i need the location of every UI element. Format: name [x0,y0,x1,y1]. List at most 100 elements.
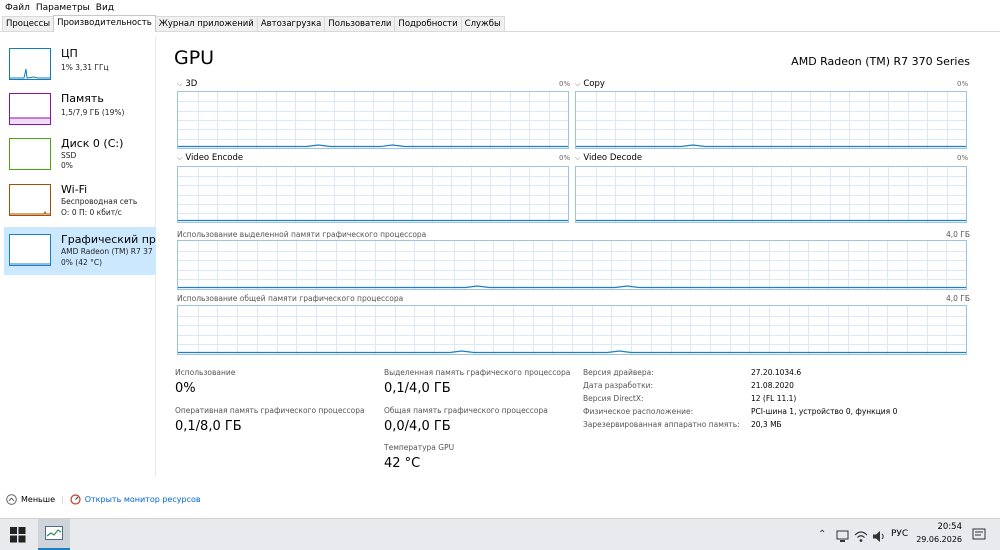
driver-version-value: 27.20.1034.6 [751,368,802,377]
engine-video-encode-graph [177,166,569,223]
engine-video-encode-pct: 0% [559,154,571,162]
sidebar-title: ЦП [61,47,78,60]
menu-view[interactable]: Вид [95,3,119,13]
engine-copy-pct: 0% [957,80,969,88]
engine-copy-graph [575,91,967,149]
graph-canvas [178,92,568,148]
shared-memory-label: Общая память графического процессора [384,406,548,415]
sidebar-detail: SSD [61,151,77,160]
chevron-down-icon: ⌵ [177,153,183,162]
dedicated-memory-graph-label: Использование выделенной памяти графичес… [177,230,427,239]
engine-3d-graph [177,91,569,149]
chevron-down-icon: ⌵ [177,79,183,88]
tray-volume[interactable] [872,528,886,547]
sidebar-title: Память [61,92,104,105]
sidebar-detail: Беспроводная сеть [61,197,138,206]
reserved-memory-key: Зарезервированная аппаратно память: [583,420,740,429]
sidebar-title: Диск 0 (C:) [61,137,124,150]
graph-canvas [178,306,966,354]
tab-processes[interactable]: Процессы [2,16,55,31]
taskbar-task-manager-app[interactable] [38,519,70,550]
physical-location-value: PCI-шина 1, устройство 0, функция 0 [751,407,898,416]
volume-icon [873,531,884,542]
wifi-icon [854,531,868,542]
driver-version-key: Версия драйвера: [583,368,654,377]
sidebar-title: Графический проц [61,233,156,246]
engine-video-decode-pct: 0% [957,154,969,162]
tab-bar: Процессы Производительность Журнал прило… [0,15,1000,32]
chevron-down-icon: ⌵ [575,153,581,162]
shared-memory-graph [177,305,967,355]
sidebar-item-cpu[interactable]: ЦП 1% 3,31 ГГц [4,41,156,87]
sidebar-detail: 0% (42 °C) [61,258,103,267]
directx-version-value: 12 (FL 11.1) [751,394,797,403]
tab-performance[interactable]: Производительность [53,15,156,32]
engine-3d-label[interactable]: ⌵ 3D [177,79,197,89]
fewer-details-button[interactable]: Меньше [6,493,56,505]
reserved-memory-value: 20,3 МБ [751,420,782,429]
tab-users[interactable]: Пользователи [324,16,396,31]
sidebar-item-disk[interactable]: Диск 0 (C:) SSD 0% [4,131,156,177]
taskbar-clock[interactable]: 20:54 29.06.2026 [912,522,962,544]
fewer-details-label: Меньше [21,494,56,504]
resource-monitor-label: Открыть монитор ресурсов [84,494,201,504]
graph-canvas [178,167,568,222]
menu-file[interactable]: Файл [4,3,35,13]
taskbar: ⌃ РУС 20:54 29.06.2026 [0,518,1000,550]
show-hidden-icons[interactable]: ⌃ [818,529,826,540]
driver-date-value: 21.08.2020 [751,381,794,390]
resource-monitor-icon [70,493,81,505]
input-language-indicator[interactable]: РУС [891,529,908,539]
shared-memory-max: 4,0 ГБ [946,294,971,303]
action-center-icon [972,528,986,540]
tray-wifi[interactable] [854,528,868,547]
memory-mini-graph [9,93,51,125]
sidebar-item-wifi[interactable]: Wi-Fi Беспроводная сеть О: 0 П: 0 кбит/с [4,177,156,223]
sidebar-item-memory[interactable]: Память 1,5/7,9 ГБ (19%) [4,86,156,132]
tray-network-status[interactable] [836,528,850,547]
engine-3d-pct: 0% [559,80,571,88]
tab-startup[interactable]: Автозагрузка [256,16,326,31]
sidebar-detail: 1% 3,31 ГГц [61,63,109,72]
tab-services[interactable]: Службы [460,16,505,31]
tab-details[interactable]: Подробности [394,16,462,31]
engine-video-encode-label[interactable]: ⌵ Video Encode [177,153,243,163]
engine-video-decode-graph [575,166,967,223]
resource-monitor-link[interactable]: Открыть монитор ресурсов [70,493,201,505]
dedicated-memory-graph [177,240,967,290]
engine-copy-label[interactable]: ⌵ Copy [575,79,605,89]
sidebar-detail: 1,5/7,9 ГБ (19%) [61,108,125,117]
notifications-button[interactable] [972,527,986,546]
engine-video-decode-label[interactable]: ⌵ Video Decode [575,153,642,163]
sidebar-title: Wi-Fi [61,183,88,196]
gpu-ram-label: Оперативная память графического процессо… [175,406,365,415]
windows-logo-icon [10,527,26,543]
menu-bar: Файл Параметры Вид [0,0,1000,15]
dedicated-memory-max: 4,0 ГБ [946,230,971,239]
gpu-ram-value: 0,1/8,0 ГБ [175,419,242,434]
performance-sidebar: ЦП 1% 3,31 ГГц Память 1,5/7,9 ГБ (19%) Д… [0,37,156,477]
graph-canvas [576,92,966,148]
start-button[interactable] [10,527,26,547]
disk-mini-graph [9,138,51,170]
sidebar-item-gpu[interactable]: Графический проц AMD Radeon (TM) R7 37 0… [4,227,156,275]
sidebar-detail: 0% [61,161,73,170]
cpu-mini-graph [9,48,51,80]
wifi-mini-graph [9,184,51,216]
usage-label: Использование [175,368,236,377]
chevron-down-icon: ⌵ [575,79,581,88]
clock-time: 20:54 [937,522,963,532]
page-title: GPU [174,47,215,69]
clock-date: 29.06.2026 [916,535,962,544]
menu-options[interactable]: Параметры [35,3,95,13]
graph-canvas [178,241,966,289]
gpu-temp-value: 42 °C [384,456,421,471]
sidebar-detail: О: 0 П: 0 кбит/с [61,208,122,217]
network-icon [836,530,849,542]
tab-app-history[interactable]: Журнал приложений [154,16,258,31]
dedicated-memory-value: 0,1/4,0 ГБ [384,381,451,396]
separator: | [61,494,64,504]
directx-version-key: Версия DirectX: [583,394,644,403]
gpu-device-name: AMD Radeon (TM) R7 370 Series [791,55,970,68]
shared-memory-value: 0,0/4,0 ГБ [384,419,451,434]
